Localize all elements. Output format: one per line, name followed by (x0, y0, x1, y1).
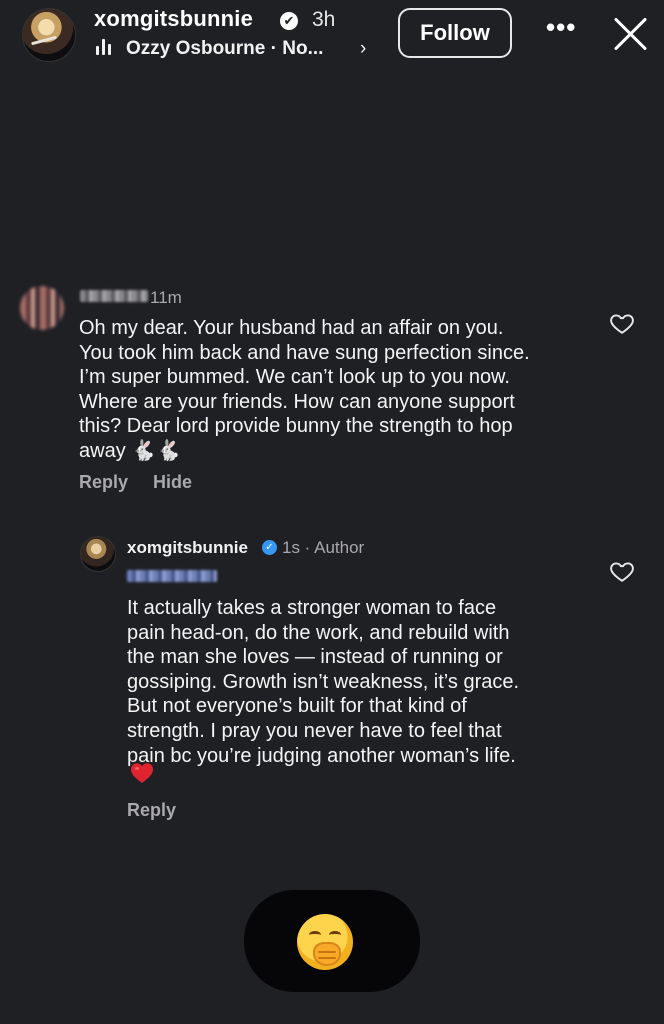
profile-avatar[interactable] (22, 8, 76, 62)
chevron-right-icon[interactable]: › (360, 38, 366, 60)
reply-username[interactable]: xomgitsbunnie (127, 538, 248, 558)
like-heart-icon[interactable] (609, 558, 635, 584)
story-header: xomgitsbunnie ✔ 3h Ozzy Osbourne · No...… (0, 0, 664, 70)
like-heart-icon[interactable] (609, 310, 635, 336)
story-username[interactable]: xomgitsbunnie (94, 6, 253, 32)
blurred-mention (127, 570, 217, 582)
story-timestamp: 3h (312, 8, 336, 31)
red-heart-icon (131, 763, 153, 783)
music-bars-icon (96, 39, 118, 55)
emoji-hand (313, 942, 341, 966)
reply-timestamp: 1s · Author (282, 538, 365, 557)
comment-reply-item: xomgitsbunnie ✓ 1s · Author It actually … (0, 530, 664, 830)
author-avatar[interactable] (80, 536, 116, 572)
music-track-text: Ozzy Osbourne · No... (126, 38, 324, 59)
reply-button[interactable]: Reply (79, 472, 128, 493)
comment-item: 11m Oh my dear. Your husband had an affa… (0, 280, 664, 500)
face-with-hand-over-mouth-icon[interactable] (297, 914, 353, 970)
verified-badge-icon: ✓ (262, 540, 277, 555)
follow-button[interactable]: Follow (398, 8, 512, 58)
commenter-avatar[interactable] (20, 286, 64, 330)
verified-badge-icon: ✔ (280, 12, 298, 30)
comment-text: Oh my dear. Your husband had an affair o… (79, 317, 530, 462)
close-icon[interactable] (610, 14, 650, 54)
emoji-eye (309, 931, 321, 939)
more-options-icon[interactable]: ••• (546, 12, 576, 43)
emoji-eye (329, 931, 341, 939)
reply-text: It actually takes a stronger woman to fa… (127, 597, 520, 767)
reply-button[interactable]: Reply (127, 800, 176, 821)
hide-button[interactable]: Hide (153, 472, 192, 493)
blurred-username (80, 290, 148, 302)
comment-timestamp: 11m (150, 288, 182, 307)
music-label[interactable]: Ozzy Osbourne · No... (96, 38, 323, 60)
